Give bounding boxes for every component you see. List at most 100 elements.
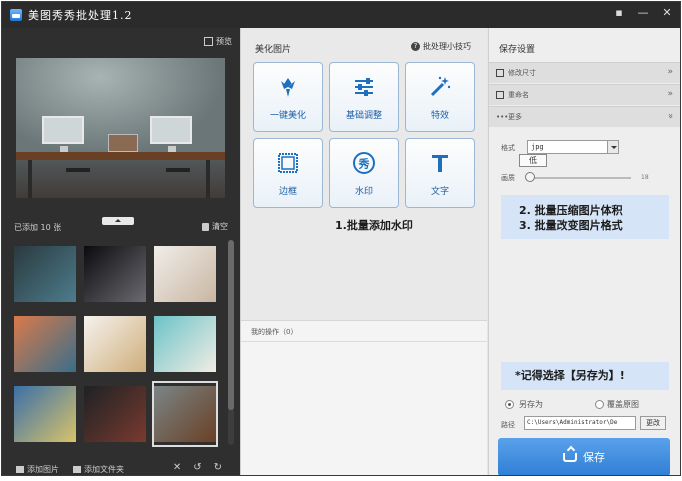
thumbnail-toolbar: 添加图片 添加文件夹 ✕ ↺ ↻: [2, 461, 240, 475]
desk-leg: [206, 160, 210, 198]
clear-button[interactable]: 清空: [202, 221, 228, 232]
save-settings-panel: 保存设置 修改尺寸 » 重命名 » ••• 更多 » 格式 jpg 低 画质 1…: [488, 28, 680, 475]
annotation-line: 3. 批量改变图片格式: [519, 219, 623, 232]
add-image-label: 添加图片: [27, 464, 59, 474]
thumbnail-earth-from-space[interactable]: [82, 241, 148, 307]
thumbnail-dark-office[interactable]: [82, 381, 148, 447]
image-list-panel: 预览 已添加 10 张 清空 添加图片 添加文件夹 ✕ ↺ ↻: [2, 28, 240, 475]
add-image-button[interactable]: 添加图片: [16, 464, 59, 475]
thumbnail-white-cat-portrait[interactable]: [152, 241, 218, 307]
rename-section[interactable]: 重命名 »: [489, 84, 680, 105]
path-input[interactable]: C:\Users\Administrator\De: [524, 416, 636, 430]
tool-grid: 一键美化 基础调整 特效 边框 秀 水印 文字: [253, 62, 475, 208]
watermark-icon: 秀: [351, 150, 377, 176]
title-bar: 美图秀秀批处理1.2 ▪ — ✕: [2, 2, 680, 28]
tool-label: 边框: [278, 186, 297, 197]
preview-icon: [204, 37, 213, 46]
tool-label: 水印: [354, 186, 373, 197]
quality-label: 画质: [501, 174, 515, 182]
add-folder-label: 添加文件夹: [84, 464, 124, 474]
minimize-button[interactable]: —: [636, 6, 650, 19]
tool-label: 文字: [430, 186, 449, 197]
scrollbar-thumb[interactable]: [228, 240, 234, 410]
monitor-left: [42, 116, 84, 154]
help-icon: ?: [411, 42, 420, 51]
ellipsis-icon: •••: [496, 113, 509, 121]
save-button[interactable]: 保存: [498, 438, 670, 475]
monitor-right: [150, 116, 192, 154]
save-mode-row: 另存为 覆盖原图: [501, 398, 673, 412]
expand-icon: »: [667, 67, 673, 77]
one-click-beautify-button[interactable]: 一键美化: [253, 62, 323, 132]
stool: [66, 168, 90, 172]
thumbnail-image: [84, 316, 146, 372]
text-icon: [427, 150, 453, 176]
desk-surface: [16, 152, 225, 160]
operations-area: 我的操作（0）: [241, 320, 487, 475]
preview-button[interactable]: 预览: [204, 36, 232, 47]
thumbnail-city-street[interactable]: [12, 381, 78, 447]
watermark-annotation: 1.批量添加水印: [335, 219, 413, 232]
quality-tooltip: 低: [519, 154, 547, 167]
format-select[interactable]: jpg: [527, 140, 619, 154]
thumbnail-image: [154, 316, 216, 372]
watermark-button[interactable]: 秀 水印: [329, 138, 399, 208]
change-path-button[interactable]: 更改: [640, 416, 666, 430]
window-title: 美图秀秀批处理1.2: [28, 9, 133, 22]
overwrite-label: 覆盖原图: [607, 400, 639, 409]
save-as-label: 另存为: [519, 400, 543, 409]
format-value: jpg: [531, 143, 544, 151]
frame-button[interactable]: 边框: [253, 138, 323, 208]
thumbnail-grid: [12, 241, 222, 456]
tool-label: 特效: [430, 110, 449, 121]
quality-slider-track[interactable]: [529, 177, 631, 179]
tool-label: 基础调整: [345, 110, 382, 121]
resize-section[interactable]: 修改尺寸 »: [489, 62, 680, 83]
clear-label: 清空: [212, 222, 228, 231]
skin-icon[interactable]: ▪: [612, 6, 626, 19]
save-as-radio[interactable]: [505, 400, 514, 409]
close-button[interactable]: ✕: [660, 6, 674, 19]
thumbnail-phone-on-table[interactable]: [12, 241, 78, 307]
compress-annotation: 2. 批量压缩图片体积 3. 批量改变图片格式: [501, 195, 669, 239]
rotate-left-icon[interactable]: ↺: [193, 462, 201, 473]
folder-icon: [73, 465, 81, 473]
desk-leg: [28, 160, 32, 198]
chevron-down-icon[interactable]: [607, 140, 619, 154]
expand-icon: »: [667, 89, 673, 99]
quality-slider-handle[interactable]: [525, 172, 535, 182]
thumbnail-scrollbar[interactable]: [228, 240, 234, 445]
operations-divider: [241, 341, 487, 342]
resize-label: 修改尺寸: [508, 69, 536, 77]
beautify-panel: 美化图片 ? 批处理小技巧 一键美化 基础调整 特效 边框 秀 水印 文字 1.…: [240, 28, 487, 475]
thumbnail-desk-with-monitors[interactable]: [152, 381, 218, 447]
overwrite-radio[interactable]: [595, 400, 604, 409]
collapse-icon: »: [665, 113, 676, 119]
save-as-annotation: *记得选择【另存为】!: [501, 362, 669, 390]
window-controls: ▪ — ✕: [612, 6, 674, 19]
preview-image: [16, 58, 225, 198]
resize-icon: [496, 69, 504, 77]
tips-link[interactable]: ? 批处理小技巧: [411, 41, 471, 52]
text-button[interactable]: 文字: [405, 138, 475, 208]
more-section[interactable]: ••• 更多 »: [489, 106, 680, 127]
add-folder-button[interactable]: 添加文件夹: [73, 464, 124, 475]
effects-button[interactable]: 特效: [405, 62, 475, 132]
laptop: [108, 134, 138, 152]
thumbnail-cat-art-poster[interactable]: [152, 311, 218, 377]
thumbnail-image: [14, 316, 76, 372]
remove-icon[interactable]: ✕: [173, 462, 181, 473]
svg-text:秀: 秀: [358, 156, 370, 170]
rename-icon: [496, 91, 504, 99]
quality-value: 18: [641, 174, 649, 181]
thumbnail-decor-shelf[interactable]: [82, 311, 148, 377]
app-window: 美图秀秀批处理1.2 ▪ — ✕ 预览 已添加 10 张 清空 添加图片 添加文…: [1, 1, 681, 476]
thumbnail-image: [84, 386, 146, 442]
thumbnail-actions: ✕ ↺ ↻: [173, 462, 222, 473]
beautify-header: 美化图片: [255, 45, 292, 55]
thumbnail-coastal-town[interactable]: [12, 311, 78, 377]
rotate-right-icon[interactable]: ↻: [214, 462, 222, 473]
sliders-icon: [351, 74, 377, 100]
basic-adjust-button[interactable]: 基础调整: [329, 62, 399, 132]
trash-icon: [202, 222, 209, 231]
